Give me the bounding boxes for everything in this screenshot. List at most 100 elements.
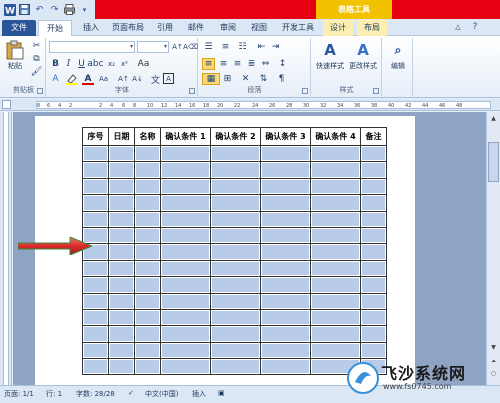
status-language[interactable]: 中文(中国) xyxy=(145,389,178,399)
table-cell[interactable] xyxy=(260,276,311,294)
table-cell[interactable] xyxy=(260,325,311,343)
table-cell[interactable] xyxy=(160,292,211,310)
table-cell[interactable] xyxy=(82,194,109,212)
table-cell[interactable] xyxy=(310,226,361,245)
table-cell[interactable] xyxy=(210,226,261,245)
table-cell[interactable] xyxy=(260,341,311,360)
text-effects-icon[interactable]: A xyxy=(49,73,62,85)
table-cell[interactable] xyxy=(260,259,311,278)
tab-insert[interactable]: 插入 xyxy=(78,20,104,36)
table-cell[interactable] xyxy=(82,161,109,179)
table-cell[interactable] xyxy=(134,358,161,376)
table-cell[interactable] xyxy=(210,276,261,294)
increase-indent-icon[interactable]: ⇥ xyxy=(269,41,282,53)
table-cell[interactable] xyxy=(260,210,311,228)
status-words[interactable]: 字数: 28/28 xyxy=(76,389,115,399)
table-cell[interactable] xyxy=(108,325,135,343)
table-cell[interactable] xyxy=(310,325,361,343)
table-cell[interactable] xyxy=(360,161,387,179)
table-cell[interactable] xyxy=(210,341,261,360)
show-marks-icon[interactable]: ¶ xyxy=(275,73,288,85)
table-cell[interactable] xyxy=(108,308,135,327)
table-cell[interactable] xyxy=(108,161,135,179)
table-cell[interactable] xyxy=(160,325,211,343)
enclose-char-icon[interactable]: A xyxy=(163,73,174,84)
proofing-icon[interactable]: ✓ xyxy=(128,389,134,397)
paragraph-launcher-icon[interactable] xyxy=(302,88,308,94)
status-page[interactable]: 页面: 1/1 xyxy=(4,389,34,399)
table-cell[interactable] xyxy=(108,194,135,212)
table-cell[interactable] xyxy=(134,226,161,245)
justify-icon[interactable]: ≣ xyxy=(245,58,258,70)
table-cell[interactable] xyxy=(160,226,211,245)
format-painter-icon[interactable]: 🖌 xyxy=(30,66,43,78)
table-cell[interactable] xyxy=(82,144,109,163)
table-cell[interactable] xyxy=(108,226,135,245)
borders-icon[interactable]: ⊞ xyxy=(221,73,234,85)
table-cell[interactable] xyxy=(160,194,211,212)
underline-icon[interactable]: U xyxy=(75,58,88,70)
table-cell[interactable] xyxy=(360,308,387,327)
table-cell[interactable] xyxy=(310,243,361,261)
table-header-cell[interactable]: 确认条件 3 xyxy=(260,127,311,146)
font-size-grow-icon[interactable]: A↑ xyxy=(171,41,184,53)
table-cell[interactable] xyxy=(160,144,211,163)
tab-review[interactable]: 审阅 xyxy=(215,20,241,36)
tab-references[interactable]: 引用 xyxy=(152,20,178,36)
table-cell[interactable] xyxy=(210,308,261,327)
quick-styles-button[interactable]: A 快速样式 xyxy=(314,40,346,71)
table-cell[interactable] xyxy=(210,325,261,343)
table-cell[interactable] xyxy=(108,144,135,163)
ruler-strip[interactable]: 8 6 4 2 2 4 6 8 10 12 14 16 18 20 22 24 26 28 30 32 34 36 38 40… xyxy=(36,101,491,109)
tab-page-layout[interactable]: 页面布局 xyxy=(108,20,148,36)
macro-record-icon[interactable]: ▣ xyxy=(218,389,225,397)
table-cell[interactable] xyxy=(210,210,261,228)
table-cell[interactable] xyxy=(360,259,387,278)
font-name-combo[interactable]: ▾ xyxy=(49,41,135,53)
table-cell[interactable] xyxy=(134,341,161,360)
undo-icon[interactable]: ↶ xyxy=(33,3,46,16)
table-cell[interactable] xyxy=(160,210,211,228)
subscript-icon[interactable]: x₂ xyxy=(105,58,118,70)
table-header-cell[interactable]: 备注 xyxy=(360,127,387,146)
strikethrough-icon[interactable]: abc xyxy=(87,58,103,70)
shading-icon[interactable]: ▦ xyxy=(202,73,220,85)
decrease-indent-icon[interactable]: ⇤ xyxy=(255,41,268,53)
table-cell[interactable] xyxy=(82,358,109,376)
table-cell[interactable] xyxy=(210,194,261,212)
table-cell[interactable] xyxy=(310,194,361,212)
chinese-layout-icon[interactable]: ✕ xyxy=(239,73,252,85)
table-header-cell[interactable]: 日期 xyxy=(108,127,135,146)
table-cell[interactable] xyxy=(134,292,161,310)
table-cell[interactable] xyxy=(260,144,311,163)
numbering-icon[interactable]: ≡ xyxy=(219,41,232,53)
table-cell[interactable] xyxy=(360,292,387,310)
table-header-cell[interactable]: 名称 xyxy=(134,127,161,146)
sort-icon[interactable]: ⇅ xyxy=(257,73,270,85)
table-cell[interactable] xyxy=(134,308,161,327)
table-header-cell[interactable]: 确认条件 2 xyxy=(210,127,261,146)
clear-format-icon[interactable]: A⌫ xyxy=(183,41,198,53)
table-cell[interactable] xyxy=(160,276,211,294)
table-cell[interactable] xyxy=(160,341,211,360)
font-size-combo[interactable]: ▾ xyxy=(137,41,169,53)
table-cell[interactable] xyxy=(108,259,135,278)
table-header-cell[interactable]: 确认条件 4 xyxy=(310,127,361,146)
table-cell[interactable] xyxy=(260,243,311,261)
document-table[interactable]: 序号 日期 名称 确认条件 1 确认条件 2 确认条件 3 确认条件 4 备注 xyxy=(82,127,387,376)
table-cell[interactable] xyxy=(82,308,109,327)
table-cell[interactable] xyxy=(310,341,361,360)
shrink-font-icon[interactable]: A↓ xyxy=(131,73,144,85)
table-cell[interactable] xyxy=(134,276,161,294)
table-cell[interactable] xyxy=(310,276,361,294)
table-cell[interactable] xyxy=(108,210,135,228)
table-cell[interactable] xyxy=(310,259,361,278)
table-cell[interactable] xyxy=(310,292,361,310)
table-cell[interactable] xyxy=(260,194,311,212)
table-cell[interactable] xyxy=(82,341,109,360)
tab-home[interactable]: 开始 xyxy=(38,20,72,36)
vertical-ruler-strip[interactable] xyxy=(3,112,9,385)
redo-icon[interactable]: ↷ xyxy=(48,3,61,16)
change-styles-button[interactable]: A 更改样式 xyxy=(347,40,379,71)
cut-icon[interactable]: ✂ xyxy=(30,40,43,52)
